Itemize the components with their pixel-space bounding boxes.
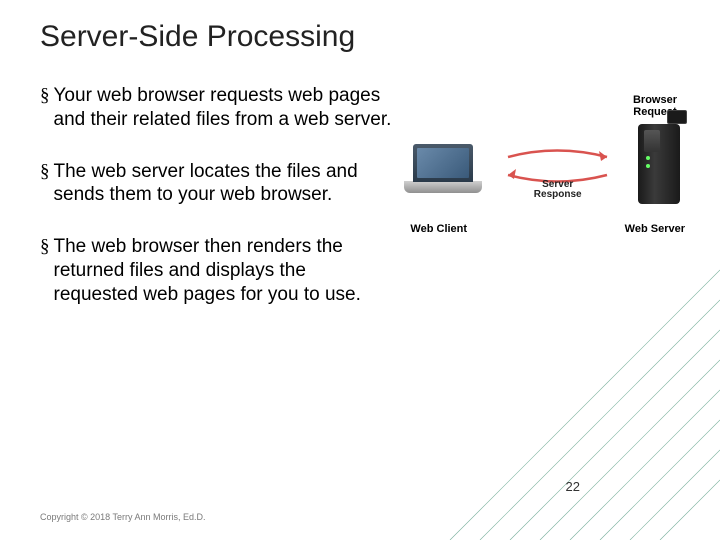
server-icon (633, 124, 685, 219)
bullet-item: § The web browser then renders the retur… (40, 235, 394, 306)
bullet-marker-icon: § (40, 235, 50, 259)
slide: Server-Side Processing § Your web browse… (0, 0, 720, 540)
content-area: § Your web browser requests web pages an… (40, 84, 685, 334)
copyright-text: Copyright © 2018 Terry Ann Morris, Ed.D. (40, 512, 206, 522)
client-server-diagram: BrowserRequest ServerResponse (404, 94, 685, 334)
laptop-icon (404, 144, 482, 199)
bullet-text: Your web browser requests web pages and … (54, 84, 395, 132)
label-server-response: ServerResponse (534, 180, 582, 201)
arrows: ServerResponse (500, 142, 615, 202)
label-web-client: Web Client (410, 223, 467, 235)
bullet-item: § Your web browser requests web pages an… (40, 84, 394, 132)
bullet-text: The web server locates the files and sen… (54, 160, 395, 208)
page-number: 22 (566, 479, 580, 494)
bullet-marker-icon: § (40, 84, 50, 108)
bullet-marker-icon: § (40, 160, 50, 184)
bullet-text: The web browser then renders the returne… (54, 235, 395, 306)
bullet-item: § The web server locates the files and s… (40, 160, 394, 208)
label-web-server: Web Server (625, 223, 685, 235)
bullet-list: § Your web browser requests web pages an… (40, 84, 394, 334)
slide-title: Server-Side Processing (40, 20, 685, 54)
